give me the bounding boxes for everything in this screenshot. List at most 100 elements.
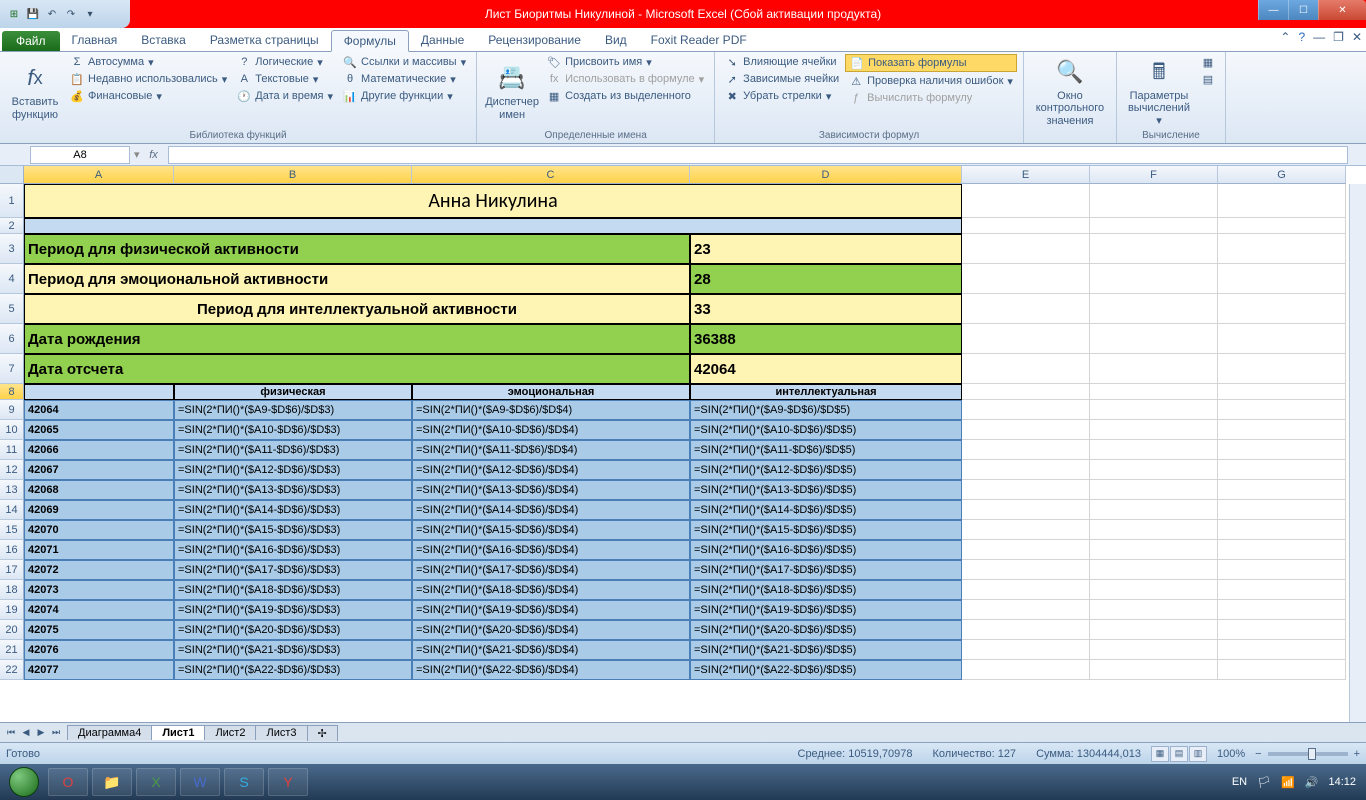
remove-arrows-button[interactable]: ✖Убрать стрелки ▾: [721, 88, 843, 104]
row-header[interactable]: 5: [0, 294, 24, 324]
cell[interactable]: [1218, 354, 1346, 384]
sheet-tab[interactable]: Лист3: [255, 725, 307, 740]
cell[interactable]: =SIN(2*ПИ()*($A20-$D$6)/$D$3): [174, 620, 412, 640]
cell[interactable]: 42072: [24, 560, 174, 580]
calc-now-button[interactable]: ▦: [1197, 54, 1219, 70]
tab-разметка-страницы[interactable]: Разметка страницы: [198, 30, 331, 51]
cell[interactable]: [962, 580, 1090, 600]
qat-dropdown-icon[interactable]: ▾: [82, 6, 98, 22]
tray-lang[interactable]: EN: [1232, 776, 1247, 788]
cell[interactable]: [1090, 184, 1218, 218]
column-header[interactable]: G: [1218, 166, 1346, 184]
first-sheet-icon[interactable]: ⏮: [4, 726, 18, 740]
cell[interactable]: [1218, 400, 1346, 420]
financial-button[interactable]: 💰Финансовые ▾: [66, 88, 231, 104]
cell[interactable]: =SIN(2*ПИ()*($A9-$D$6)/$D$3): [174, 400, 412, 420]
doc-restore-icon[interactable]: ❐: [1333, 30, 1344, 44]
cell[interactable]: [1090, 384, 1218, 400]
tab-данные[interactable]: Данные: [409, 30, 476, 51]
close-button[interactable]: ✕: [1318, 0, 1366, 20]
cell[interactable]: [1090, 500, 1218, 520]
last-sheet-icon[interactable]: ⏭: [49, 726, 63, 740]
cell[interactable]: [1090, 480, 1218, 500]
row-header[interactable]: 15: [0, 520, 24, 540]
row-header[interactable]: 2: [0, 218, 24, 234]
cell[interactable]: [1218, 218, 1346, 234]
row-header[interactable]: 8: [0, 384, 24, 400]
save-icon[interactable]: 💾: [25, 6, 41, 22]
create-from-selection-button[interactable]: ▦Создать из выделенного: [543, 88, 708, 104]
cell[interactable]: [1218, 234, 1346, 264]
cell[interactable]: [962, 384, 1090, 400]
calculation-options-button[interactable]: 🖩 Параметры вычислений ▾: [1123, 54, 1195, 129]
recent-button[interactable]: 📋Недавно использовались ▾: [66, 71, 231, 87]
cell[interactable]: =SIN(2*ПИ()*($A14-$D$6)/$D$3): [174, 500, 412, 520]
show-formulas-button[interactable]: 📄Показать формулы: [845, 54, 1017, 72]
zoom-out-button[interactable]: −: [1255, 748, 1261, 760]
cell[interactable]: [1218, 520, 1346, 540]
taskbar-yandex[interactable]: Y: [268, 768, 308, 796]
evaluate-formula-button[interactable]: ƒВычислить формулу: [845, 90, 1017, 106]
row-header[interactable]: 10: [0, 420, 24, 440]
cell[interactable]: физическая: [174, 384, 412, 400]
math-button[interactable]: θМатематические ▾: [339, 71, 470, 87]
cell[interactable]: Дата рождения: [24, 324, 690, 354]
cell[interactable]: 42068: [24, 480, 174, 500]
excel-icon[interactable]: ⊞: [6, 6, 22, 22]
cell[interactable]: [962, 218, 1090, 234]
cell[interactable]: =SIN(2*ПИ()*($A15-$D$6)/$D$4): [412, 520, 690, 540]
cell[interactable]: [1090, 324, 1218, 354]
cell[interactable]: эмоциональная: [412, 384, 690, 400]
taskbar-opera[interactable]: O: [48, 768, 88, 796]
cell[interactable]: [962, 560, 1090, 580]
row-header[interactable]: 21: [0, 640, 24, 660]
column-header[interactable]: E: [962, 166, 1090, 184]
cell[interactable]: [1218, 324, 1346, 354]
cell[interactable]: [1090, 294, 1218, 324]
row-header[interactable]: 7: [0, 354, 24, 384]
cell[interactable]: Анна Никулина: [24, 184, 962, 218]
row-header[interactable]: 19: [0, 600, 24, 620]
taskbar-explorer[interactable]: 📁: [92, 768, 132, 796]
cell[interactable]: =SIN(2*ПИ()*($A14-$D$6)/$D$4): [412, 500, 690, 520]
tab-вставка[interactable]: Вставка: [129, 30, 198, 51]
tab-рецензирование[interactable]: Рецензирование: [476, 30, 593, 51]
cell[interactable]: [1090, 540, 1218, 560]
maximize-button[interactable]: ☐: [1288, 0, 1318, 20]
help-icon[interactable]: ?: [1298, 30, 1305, 44]
calc-sheet-button[interactable]: ▤: [1197, 71, 1219, 87]
cell[interactable]: [1090, 520, 1218, 540]
cell[interactable]: =SIN(2*ПИ()*($A22-$D$6)/$D$3): [174, 660, 412, 680]
logical-button[interactable]: ?Логические ▾: [233, 54, 337, 70]
cell[interactable]: =SIN(2*ПИ()*($A19-$D$6)/$D$5): [690, 600, 962, 620]
cell[interactable]: =SIN(2*ПИ()*($A20-$D$6)/$D$4): [412, 620, 690, 640]
cell[interactable]: 42064: [24, 400, 174, 420]
new-sheet-button[interactable]: ✢: [307, 725, 338, 741]
page-break-view-button[interactable]: ▥: [1189, 746, 1207, 762]
define-name-button[interactable]: 🏷Присвоить имя ▾: [543, 54, 708, 70]
cell[interactable]: =SIN(2*ПИ()*($A15-$D$6)/$D$5): [690, 520, 962, 540]
cell[interactable]: [1218, 620, 1346, 640]
name-manager-button[interactable]: 📇 Диспетчер имен: [483, 54, 541, 129]
cell[interactable]: [1218, 540, 1346, 560]
watch-window-button[interactable]: 🔍 Окно контрольного значения: [1030, 54, 1110, 129]
next-sheet-icon[interactable]: ▶: [34, 726, 48, 740]
cell[interactable]: Период для физической активности: [24, 234, 690, 264]
row-header[interactable]: 18: [0, 580, 24, 600]
cell[interactable]: 42069: [24, 500, 174, 520]
cell[interactable]: [1218, 560, 1346, 580]
cell[interactable]: [1090, 620, 1218, 640]
cell[interactable]: =SIN(2*ПИ()*($A11-$D$6)/$D$3): [174, 440, 412, 460]
cell[interactable]: [24, 384, 174, 400]
row-header[interactable]: 1: [0, 184, 24, 218]
cell[interactable]: [962, 420, 1090, 440]
trace-precedents-button[interactable]: ➘Влияющие ячейки: [721, 54, 843, 70]
cell[interactable]: [962, 540, 1090, 560]
fx-button[interactable]: fx: [146, 147, 162, 163]
cell[interactable]: [962, 640, 1090, 660]
cell[interactable]: [962, 234, 1090, 264]
sheet-tab[interactable]: Лист2: [204, 725, 256, 740]
cell[interactable]: =SIN(2*ПИ()*($A18-$D$6)/$D$3): [174, 580, 412, 600]
cell[interactable]: [24, 218, 962, 234]
cell[interactable]: [1090, 354, 1218, 384]
